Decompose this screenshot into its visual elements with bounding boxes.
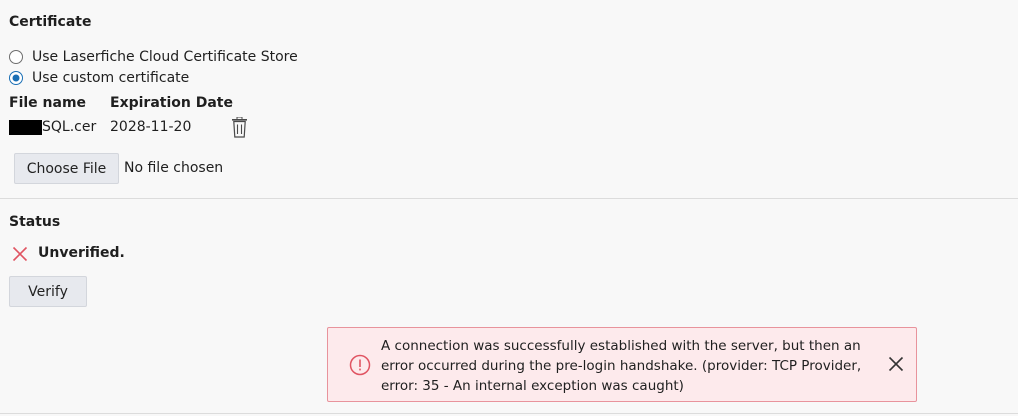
certificate-section-title: Certificate (9, 14, 92, 30)
radio-custom-certificate-label: Use custom certificate (32, 70, 190, 86)
status-text: Unverified. (38, 245, 125, 261)
alert-message-line-1: A connection was successfully establishe… (381, 338, 861, 354)
section-divider (0, 198, 1018, 199)
exclamation-circle-icon (349, 354, 371, 380)
verify-button[interactable]: Verify (9, 276, 87, 307)
column-header-expiration-date: Expiration Date (110, 95, 233, 111)
bottom-divider (0, 413, 1018, 414)
radio-option-custom-certificate[interactable]: Use custom certificate (9, 68, 189, 88)
file-name-text: SQL.cer (42, 119, 97, 135)
radio-cloud-store-label: Use Laserfiche Cloud Certificate Store (32, 49, 298, 65)
redacted-block (9, 119, 42, 135)
choose-file-button[interactable]: Choose File (14, 153, 119, 184)
no-file-chosen-text: No file chosen (124, 160, 224, 176)
expiration-date-value: 2028-11-20 (110, 119, 192, 135)
alert-message-line-3: error: 35 - An internal exception was ca… (381, 378, 684, 394)
radio-cloud-store[interactable] (9, 50, 23, 64)
trash-icon[interactable] (231, 117, 248, 138)
radio-option-cloud-store[interactable]: Use Laserfiche Cloud Certificate Store (9, 47, 298, 67)
alert-message: A connection was successfully establishe… (381, 336, 881, 396)
error-alert: A connection was successfully establishe… (327, 327, 917, 402)
column-header-file-name: File name (9, 95, 87, 111)
file-name-cell: SQL.cer (9, 119, 96, 135)
x-icon (12, 246, 28, 266)
radio-custom-certificate[interactable] (9, 71, 23, 85)
close-icon[interactable] (888, 356, 904, 376)
alert-message-line-2: error occurred during the pre-login hand… (381, 358, 862, 374)
status-section-title: Status (9, 214, 61, 230)
